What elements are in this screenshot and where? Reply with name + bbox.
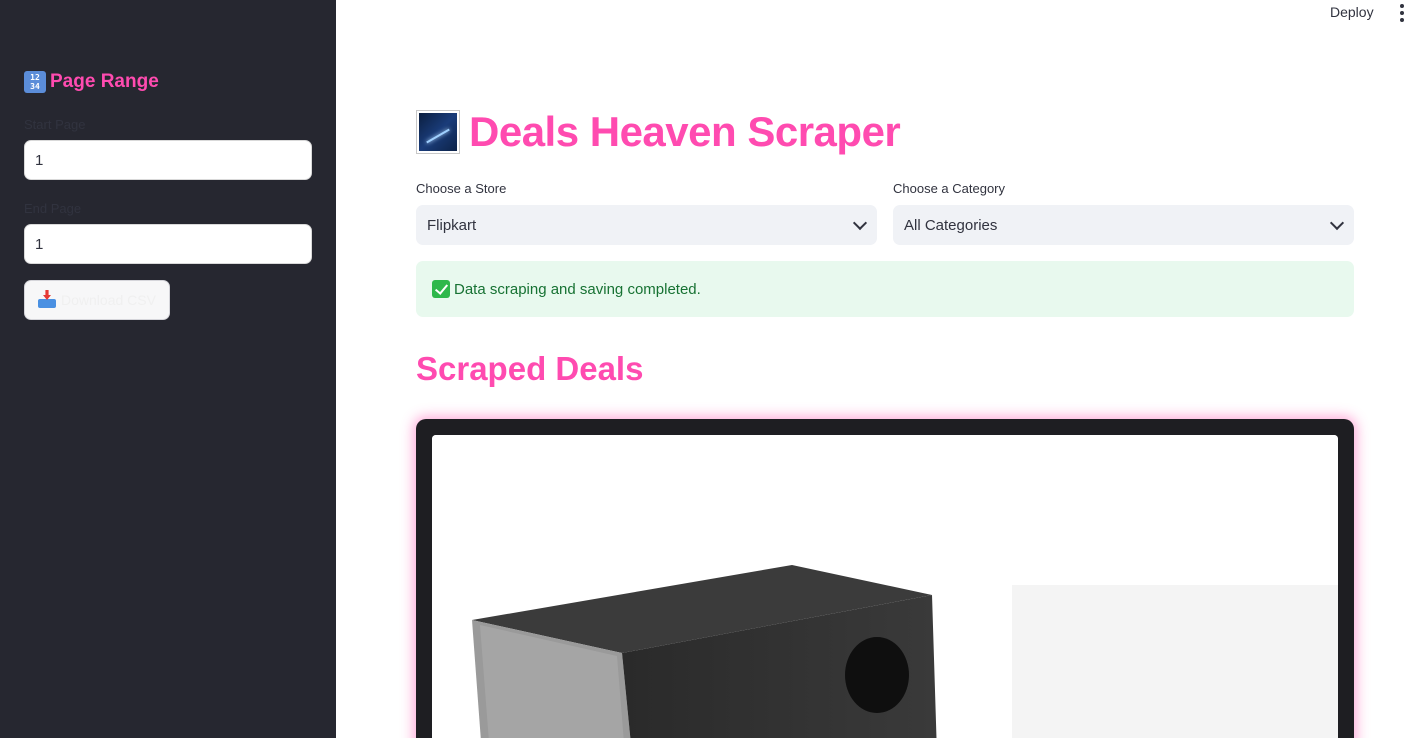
category-select[interactable]: All Categories: [893, 205, 1354, 245]
section-title: Scraped Deals: [416, 350, 644, 387]
deal-product-image[interactable]: [432, 435, 1338, 738]
input-numbers-icon: 12 34: [24, 71, 46, 93]
sidebar: 12 34 Page Range Start Page 1 End Page 1 …: [0, 0, 336, 738]
chevron-down-icon: [852, 215, 868, 230]
success-message: Data scraping and saving completed.: [454, 280, 701, 298]
kebab-menu-icon[interactable]: [1395, 4, 1409, 22]
end-page-input[interactable]: 1: [24, 224, 312, 264]
start-page-input[interactable]: 1: [24, 140, 312, 180]
store-label: Choose a Store: [416, 181, 507, 196]
deal-card: [416, 419, 1354, 738]
milky-way-icon: [416, 110, 460, 154]
end-page-label: End Page: [24, 201, 82, 216]
sidebar-title-text: Page Range: [50, 71, 159, 92]
chevron-down-icon: [1329, 215, 1345, 230]
store-select-value: Flipkart: [427, 216, 477, 234]
check-mark-button-icon: [432, 280, 450, 298]
inbox-tray-icon: [37, 290, 57, 310]
category-label: Choose a Category: [893, 181, 1006, 196]
category-select-value: All Categories: [904, 216, 998, 234]
download-csv-label: Download CSV: [61, 292, 156, 308]
start-page-label: Start Page: [24, 117, 86, 132]
download-csv-button[interactable]: Download CSV: [24, 280, 170, 320]
subwoofer-image: [432, 435, 1338, 738]
success-alert: Data scraping and saving completed.: [416, 261, 1354, 317]
page-title: Deals Heaven Scraper: [469, 108, 901, 155]
store-select[interactable]: Flipkart: [416, 205, 877, 245]
sidebar-title: 12 34 Page Range: [24, 71, 159, 93]
deploy-button[interactable]: Deploy: [1330, 4, 1374, 20]
